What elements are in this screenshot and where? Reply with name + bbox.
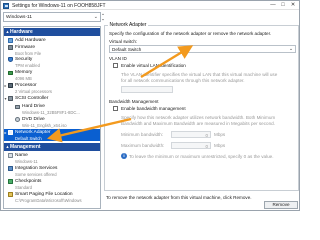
bandwidth-checkbox[interactable] bbox=[113, 106, 118, 111]
tree-item-sub: 2 Virtual processors bbox=[15, 88, 52, 94]
max-bandwidth-input[interactable]: 0 bbox=[171, 142, 211, 149]
tree-item-checkpoints[interactable]: Checkpoints Standard bbox=[4, 178, 100, 190]
tree-item-sub: Win-11_English_x64.iso bbox=[22, 122, 67, 128]
settings-app-icon bbox=[3, 2, 9, 9]
tree-item-label: Checkpoints bbox=[15, 179, 42, 184]
bandwidth-note: To leave the minimum or maximum unrestri… bbox=[129, 154, 274, 159]
tree-item-label: Add Hardware bbox=[15, 38, 46, 43]
tree-item-smart-paging[interactable]: Smart Paging File Location C:\ProgramDat… bbox=[4, 191, 100, 203]
tree-item-label: Security bbox=[15, 57, 33, 62]
bandwidth-help-line-2: Bandwidth and Maximum Bandwidth are meas… bbox=[121, 121, 275, 126]
window-title: Settings for Windows-11 on FOOH858JFT bbox=[12, 2, 106, 9]
vlan-label: VLAN ID bbox=[109, 56, 127, 61]
tree-item-label: Network Adapter bbox=[15, 130, 51, 135]
maximize-button[interactable]: □ bbox=[278, 1, 288, 9]
firmware-icon bbox=[8, 45, 13, 50]
tree-item-processor[interactable]: ▸ Processor 2 Virtual processors bbox=[4, 82, 100, 94]
min-bandwidth-input[interactable]: 0 bbox=[171, 131, 211, 138]
folder-icon bbox=[8, 192, 13, 197]
shield-icon bbox=[8, 57, 13, 62]
tree-item-integration-services[interactable]: Integration Services Some services offer… bbox=[4, 165, 100, 177]
network-adapter-pane: Network Adapter Specify the configuratio… bbox=[104, 22, 299, 210]
info-icon: i bbox=[121, 153, 127, 159]
tree-item-firmware[interactable]: Firmware Boot from File bbox=[4, 44, 100, 56]
tree-item-label: Integration Services bbox=[15, 166, 58, 171]
tree-item-label: SCSI Controller bbox=[15, 96, 49, 101]
virtual-switch-value: Default Switch bbox=[112, 47, 142, 52]
tree-item-name[interactable]: Name Windows-11 bbox=[4, 152, 100, 164]
tree-item-label: Name bbox=[15, 153, 28, 158]
dvd-icon bbox=[15, 117, 20, 122]
chevron-down-icon: ⌄ bbox=[288, 46, 293, 52]
network-adapter-icon bbox=[8, 130, 13, 135]
section-hardware[interactable]: ▲ Hardware bbox=[4, 28, 100, 36]
processor-icon bbox=[8, 83, 13, 88]
nav-arrows-icon[interactable] bbox=[102, 12, 104, 22]
tree-item-network-adapter[interactable]: ▸ Network Adapter Default Switch bbox=[4, 129, 100, 141]
tree-item-sub: Standard bbox=[15, 184, 32, 190]
description-text: Specify the configuration of the network… bbox=[109, 31, 272, 36]
tree-item-security[interactable]: Security TPM enabled bbox=[4, 56, 100, 68]
bandwidth-help-line-1: Specify how this network adapter utilize… bbox=[121, 115, 276, 120]
tree-item-label: DVD Drive bbox=[22, 117, 45, 122]
network-adapter-group: Network Adapter Specify the configuratio… bbox=[104, 22, 299, 191]
tree-item-sub: Windows-11 bbox=[15, 158, 38, 164]
collapse-icon: ▲ bbox=[5, 29, 10, 34]
minimize-button[interactable]: — bbox=[268, 1, 278, 9]
tree-item-dvd-drive[interactable]: DVD Drive Win-11_English_x64.iso bbox=[4, 116, 100, 128]
expand-icon[interactable]: ▸ bbox=[5, 130, 7, 135]
tree-item-label: Processor bbox=[15, 83, 37, 88]
settings-window: Settings for Windows-11 on FOOH858JFT — … bbox=[0, 0, 300, 211]
virtual-switch-label: Virtual switch: bbox=[109, 39, 138, 44]
min-bandwidth-value: 0 bbox=[205, 132, 208, 138]
integration-services-icon bbox=[8, 166, 13, 171]
title-bar: Settings for Windows-11 on FOOH858JFT — … bbox=[1, 1, 299, 10]
virtual-switch-select[interactable]: Default Switch ⌄ bbox=[109, 45, 296, 53]
max-bandwidth-unit: Mbps bbox=[214, 143, 226, 148]
tree-item-sub: Some services offered bbox=[15, 171, 57, 177]
tree-item-label: Hard Drive bbox=[22, 104, 45, 109]
chevron-down-icon: ⌄ bbox=[93, 14, 98, 20]
vm-selector[interactable]: Windows-11 ⌄ bbox=[3, 12, 101, 22]
group-title: Network Adapter bbox=[108, 22, 148, 28]
add-hardware-icon bbox=[8, 38, 13, 43]
tree-item-sub: TPM enabled bbox=[15, 62, 40, 68]
bandwidth-label: Bandwidth Management bbox=[109, 99, 159, 104]
min-bandwidth-unit: Mbps bbox=[214, 132, 226, 137]
checkpoints-icon bbox=[8, 179, 13, 184]
expand-icon[interactable]: ▸ bbox=[5, 83, 7, 88]
close-button[interactable]: ✕ bbox=[288, 1, 298, 9]
bandwidth-checkbox-label: Enable bandwidth management bbox=[121, 106, 186, 111]
remove-instructions: To remove the network adapter from this … bbox=[106, 195, 252, 200]
tree-item-label: Smart Paging File Location bbox=[15, 192, 73, 197]
collapse-icon: ▲ bbox=[5, 144, 10, 149]
remove-button[interactable]: Remove bbox=[264, 201, 298, 209]
tree-item-scsi-controller[interactable]: ▾ SCSI Controller bbox=[4, 95, 100, 103]
tree-item-label: Memory bbox=[15, 70, 33, 75]
min-bandwidth-label: Minimum bandwidth: bbox=[121, 132, 164, 137]
vm-selector-value: Windows-11 bbox=[6, 14, 33, 20]
section-management[interactable]: ▲ Management bbox=[4, 143, 100, 151]
collapse-icon[interactable]: ▾ bbox=[5, 96, 7, 101]
settings-tree: ▲ Hardware Add Hardware Firmware Boot fr… bbox=[3, 26, 101, 209]
tree-item-sub: 4096 MB bbox=[15, 75, 32, 81]
vlan-help-line-1: The VLAN identifier specifies the virtua… bbox=[121, 72, 278, 77]
tree-item-label: Firmware bbox=[15, 45, 35, 50]
tree-item-sub: C:\ProgramData\Microsoft\Windows bbox=[15, 197, 82, 203]
vlan-id-input[interactable] bbox=[121, 86, 173, 93]
hard-drive-icon bbox=[15, 104, 20, 109]
tree-item-memory[interactable]: Memory 4096 MB bbox=[4, 69, 100, 81]
tree-item-sub: Windows-11_32B5F8F1-8DC... bbox=[22, 109, 80, 115]
memory-icon bbox=[8, 70, 13, 75]
name-icon bbox=[8, 153, 13, 158]
controller-icon bbox=[8, 96, 13, 101]
max-bandwidth-value: 0 bbox=[205, 143, 208, 149]
tree-item-hard-drive[interactable]: Hard Drive Windows-11_32B5F8F1-8DC... bbox=[4, 103, 100, 115]
vlan-checkbox[interactable] bbox=[113, 63, 118, 68]
vlan-help-line-2: for all network communications through t… bbox=[121, 78, 245, 83]
tree-item-sub: Boot from File bbox=[15, 50, 42, 56]
tree-item-sub: Default Switch bbox=[15, 135, 42, 141]
vlan-checkbox-label: Enable virtual LAN identification bbox=[121, 63, 186, 68]
max-bandwidth-label: Maximum bandwidth: bbox=[121, 143, 165, 148]
